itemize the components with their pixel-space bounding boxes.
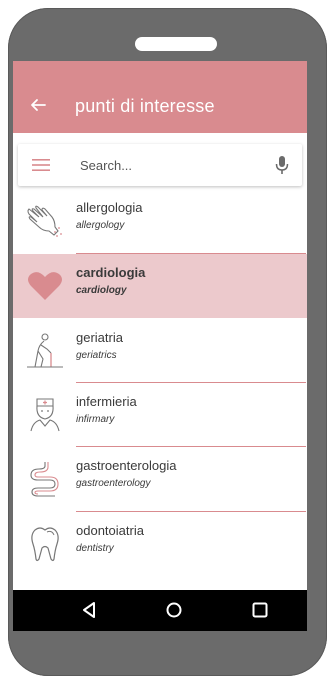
search-input[interactable]	[80, 154, 250, 176]
tooth-icon	[31, 527, 59, 562]
app-screen: punti di interesse allergologia allergol…	[13, 61, 307, 590]
item-sublabel: gastroenterology	[76, 478, 151, 489]
item-sublabel: geriatrics	[76, 350, 117, 361]
item-label: odontoiatria	[76, 523, 144, 538]
heart-icon	[28, 272, 62, 300]
item-label: cardiologia	[76, 265, 146, 280]
microphone-icon[interactable]	[274, 154, 290, 176]
app-bar: punti di interesse	[13, 61, 307, 133]
back-arrow-icon[interactable]	[27, 94, 49, 116]
list-item-cardiologia[interactable]: cardiologia cardiology	[13, 254, 307, 318]
list-item-infermieria[interactable]: infermieria infirmary	[13, 383, 307, 447]
item-label: infermieria	[76, 394, 137, 409]
speaker-slot	[135, 37, 217, 51]
hamburger-menu-icon[interactable]	[32, 158, 50, 172]
item-label: allergologia	[76, 200, 143, 215]
item-sublabel: cardiology	[76, 285, 127, 296]
item-label: geriatria	[76, 330, 123, 345]
home-circle-icon[interactable]	[163, 599, 185, 621]
list-item-odontoiatria[interactable]: odontoiatria dentistry	[13, 512, 307, 576]
list-item-allergologia[interactable]: allergologia allergology	[13, 189, 307, 253]
search-bar	[18, 144, 302, 186]
list-item-geriatria[interactable]: geriatria geriatrics	[13, 319, 307, 383]
recents-square-icon[interactable]	[249, 599, 271, 621]
item-sublabel: dentistry	[76, 543, 114, 554]
back-triangle-icon[interactable]	[79, 599, 101, 621]
intestine-icon	[30, 462, 59, 497]
list-item-gastroenterologia[interactable]: gastroenterologia gastroenterology	[13, 447, 307, 511]
nurse-icon	[30, 398, 60, 432]
android-nav-bar	[13, 590, 307, 631]
page-title: punti di interesse	[75, 96, 215, 116]
item-sublabel: infirmary	[76, 414, 115, 425]
item-sublabel: allergology	[76, 220, 125, 231]
item-label: gastroenterologia	[76, 458, 177, 473]
elderly-person-icon	[27, 333, 63, 368]
hand-icon	[27, 205, 62, 237]
